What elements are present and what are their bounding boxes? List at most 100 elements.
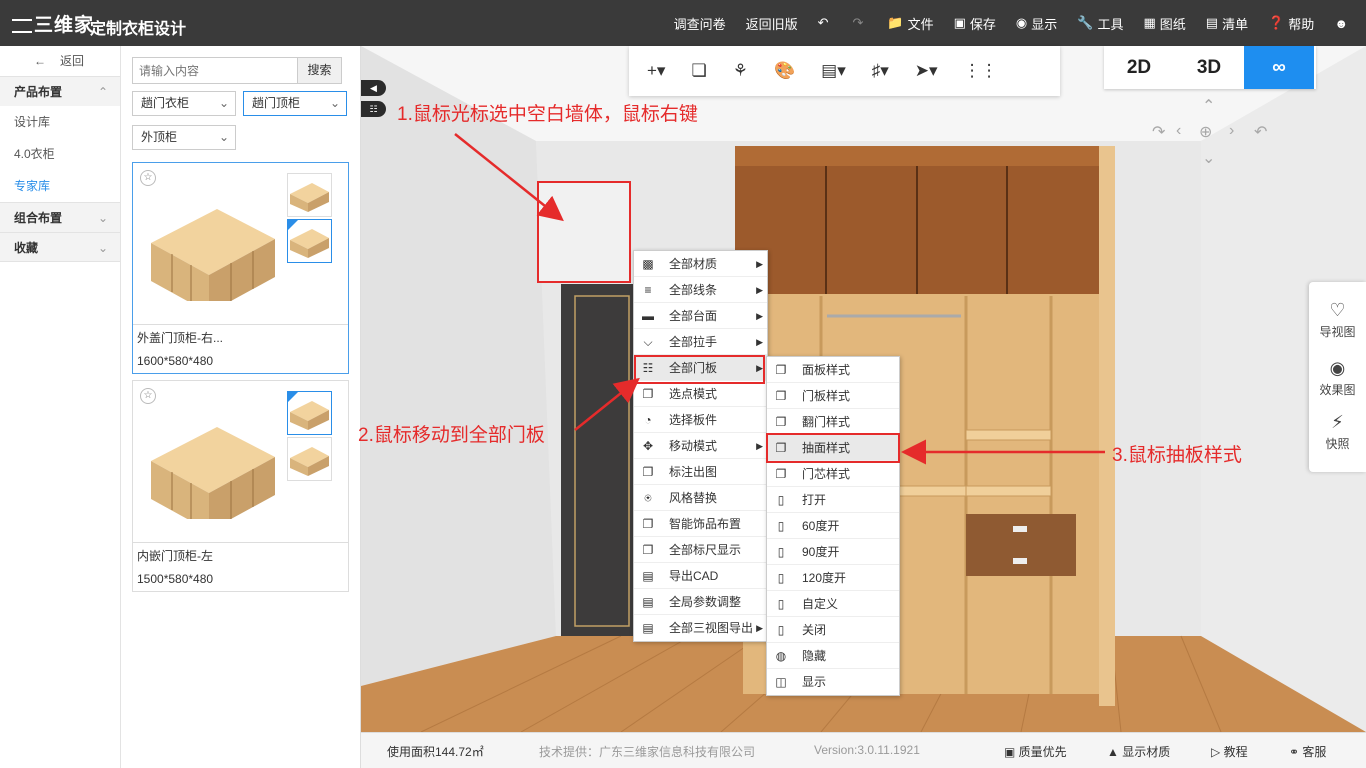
save-menu[interactable]: ▣ 保存: [954, 14, 996, 33]
menu-item-door-style[interactable]: ❐ 门板样式: [767, 383, 899, 409]
menu-item-open-120[interactable]: ▯ 120度开: [767, 565, 899, 591]
menu-item-global-params[interactable]: ▤ 全局参数调整: [634, 589, 767, 615]
menu-item-move-mode[interactable]: ✥ 移动模式 ▶: [634, 433, 767, 459]
section-favorites[interactable]: 收藏 ⌄: [0, 232, 120, 262]
menu-item-annotate[interactable]: ❐ 标注出图: [634, 459, 767, 485]
search-button[interactable]: 搜索: [297, 58, 341, 83]
right-icon[interactable]: ›: [1229, 122, 1234, 140]
cursor-icon[interactable]: ➤▾: [915, 61, 938, 81]
plant-icon[interactable]: ⚘: [733, 61, 748, 81]
old-version-menu[interactable]: 返回旧版: [746, 14, 798, 33]
menu-item-point-mode[interactable]: ❐ 选点模式: [634, 381, 767, 407]
file-menu[interactable]: 📁 文件: [887, 14, 933, 33]
menu-item-open-90[interactable]: ▯ 90度开: [767, 539, 899, 565]
thumbnail[interactable]: [287, 173, 332, 217]
redo-icon: ↷: [852, 15, 864, 30]
menu-item-export-cad[interactable]: ▤ 导出CAD: [634, 563, 767, 589]
menu-item-door-core-style[interactable]: ❐ 门芯样式: [767, 461, 899, 487]
menu-item-label: 选点模式: [669, 387, 718, 401]
menu-item-close[interactable]: ▯ 关闭: [767, 617, 899, 643]
redo-button[interactable]: ↷: [853, 15, 868, 31]
view-3d-button[interactable]: 3D: [1174, 46, 1244, 89]
tutorial-button[interactable]: ▷ 教程: [1211, 743, 1248, 760]
list-menu[interactable]: ▤ 清单: [1206, 14, 1248, 33]
left-icon[interactable]: ‹: [1176, 122, 1181, 140]
show-material-button[interactable]: ▲ 显示材质: [1107, 743, 1170, 760]
app-logo[interactable]: 三维家: [12, 10, 94, 37]
help-menu[interactable]: ❓ 帮助: [1268, 14, 1314, 33]
guide-view-button[interactable]: ♡ 导视图: [1309, 300, 1366, 340]
view-2d-button[interactable]: 2D: [1104, 46, 1174, 89]
copy-icon: ❐: [775, 363, 787, 377]
guide-view-label: 导视图: [1319, 325, 1356, 339]
back-link[interactable]: 返回: [0, 46, 120, 76]
palette-icon[interactable]: 🎨: [774, 61, 795, 81]
nav-item-expert-library[interactable]: 专家库: [0, 170, 120, 202]
view-walkthrough-button[interactable]: ∞: [1244, 46, 1314, 89]
section-combo[interactable]: 组合布置 ⌄: [0, 202, 120, 232]
down-icon[interactable]: ⌄: [1202, 148, 1215, 168]
survey-menu[interactable]: 调查问卷: [674, 14, 726, 33]
paint-roller-icon[interactable]: ▤▾: [821, 61, 846, 81]
crosshair-icon[interactable]: ⊕: [1199, 122, 1212, 142]
collapse-panel-button[interactable]: ◀: [361, 80, 386, 96]
turn-right-icon[interactable]: ↶: [1254, 122, 1267, 142]
user-menu[interactable]: ☻: [1334, 16, 1352, 31]
thumbnail-selected[interactable]: [287, 391, 332, 435]
menu-item-smart-decor[interactable]: ❐ 智能饰品布置: [634, 511, 767, 537]
chevron-down-icon: ⌄: [218, 130, 229, 144]
section-product[interactable]: 产品布置 ⌃: [0, 76, 120, 106]
status-bar: 使用面积144.72㎡ 技术提供：广东三维家信息科技有限公司 Version:3…: [361, 732, 1366, 768]
grid-icon[interactable]: ☷: [361, 101, 386, 117]
ruler-icon[interactable]: ♯▾: [872, 61, 889, 81]
filter-outer-top-select[interactable]: 外顶柜 ⌄: [132, 125, 236, 150]
menu-item-label: 全局参数调整: [669, 595, 742, 609]
copy-icon: ❐: [775, 415, 787, 429]
menu-item-select-board[interactable]: ◔ 选择板件: [634, 407, 767, 433]
undo-button[interactable]: ↶: [818, 15, 833, 31]
snapshot-button[interactable]: ⚡ 快照: [1309, 412, 1366, 452]
product-card[interactable]: ☆ 内嵌门顶柜-左 1500*580*480: [132, 380, 349, 592]
search-input[interactable]: [133, 58, 297, 83]
nav-item-design-library[interactable]: 设计库: [0, 106, 120, 138]
menu-item-open-60[interactable]: ▯ 60度开: [767, 513, 899, 539]
menu-item-show[interactable]: ◫ 显示: [767, 669, 899, 695]
render-button[interactable]: ◉ 效果图: [1309, 358, 1366, 398]
drawings-menu[interactable]: ▦ 图纸: [1143, 14, 1185, 33]
add-icon[interactable]: +▾: [647, 61, 665, 81]
menu-item-hide[interactable]: ◍ 隐藏: [767, 643, 899, 669]
menu-item-all-countertops[interactable]: ▬ 全部台面 ▶: [634, 303, 767, 329]
product-card[interactable]: ☆ 外盖门顶柜-右... 1600*580*480: [132, 162, 349, 374]
menu-item-all-handles[interactable]: ⌵ 全部拉手 ▶: [634, 329, 767, 355]
back-label: 返回: [60, 54, 85, 68]
menu-item-panel-style[interactable]: ❐ 面板样式: [767, 357, 899, 383]
menu-item-all-materials[interactable]: ▩ 全部材质 ▶: [634, 251, 767, 277]
turn-left-icon[interactable]: ↷: [1152, 122, 1165, 142]
service-button[interactable]: ⚭ 客服: [1289, 743, 1326, 760]
menu-item-custom[interactable]: ▯ 自定义: [767, 591, 899, 617]
nav-item-wardrobe-4[interactable]: 4.0衣柜: [0, 138, 120, 170]
chair-icon[interactable]: ❏: [691, 61, 706, 81]
lines-icon: ≡: [644, 283, 652, 297]
quality-button[interactable]: ▣ 质量优先: [1004, 743, 1067, 760]
menu-item-open[interactable]: ▯ 打开: [767, 487, 899, 513]
thumbnail[interactable]: [287, 437, 332, 481]
menu-item-show-rulers[interactable]: ❐ 全部标尺显示: [634, 537, 767, 563]
left-nav: 返回 产品布置 ⌃ 设计库 4.0衣柜 专家库 组合布置 ⌄ 收藏 ⌄: [0, 46, 121, 768]
thumbnail-selected[interactable]: [287, 219, 332, 263]
door-submenu: ❐ 面板样式 ❐ 门板样式 ❐ 翻门样式 ❐ 抽面样式 ❐ 门芯样式 ▯ 打开 ▯ 60度开 …: [766, 356, 900, 696]
display-menu[interactable]: ◉ 显示: [1016, 14, 1057, 33]
filter-top-cabinet-select[interactable]: 趟门顶柜 ⌄: [243, 91, 347, 116]
up-icon[interactable]: ⌃: [1202, 96, 1215, 116]
menu-item-all-lines[interactable]: ≡ 全部线条 ▶: [634, 277, 767, 303]
tools-menu[interactable]: 🔧 工具: [1077, 14, 1123, 33]
filter-wardrobe-select[interactable]: 趟门衣柜 ⌄: [132, 91, 236, 116]
chevron-up-icon: ⌃: [97, 85, 108, 99]
menu-item-export-three-views[interactable]: ▤ 全部三视图导出 ▶: [634, 615, 767, 641]
menu-item-flip-door-style[interactable]: ❐ 翻门样式: [767, 409, 899, 435]
sliders-icon[interactable]: ⋮⋮: [964, 61, 998, 81]
top-bar: 三维家 定制衣柜设计 调查问卷 返回旧版 ↶ ↷ 📁 文件 ▣ 保存 ◉ 显示 🔧 工具…: [0, 0, 1366, 46]
file-label: 文件: [907, 16, 934, 32]
annotation-step1: 1.鼠标光标选中空白墙体，鼠标右键: [397, 104, 698, 125]
menu-item-style-replace[interactable]: ⍟ 风格替换: [634, 485, 767, 511]
